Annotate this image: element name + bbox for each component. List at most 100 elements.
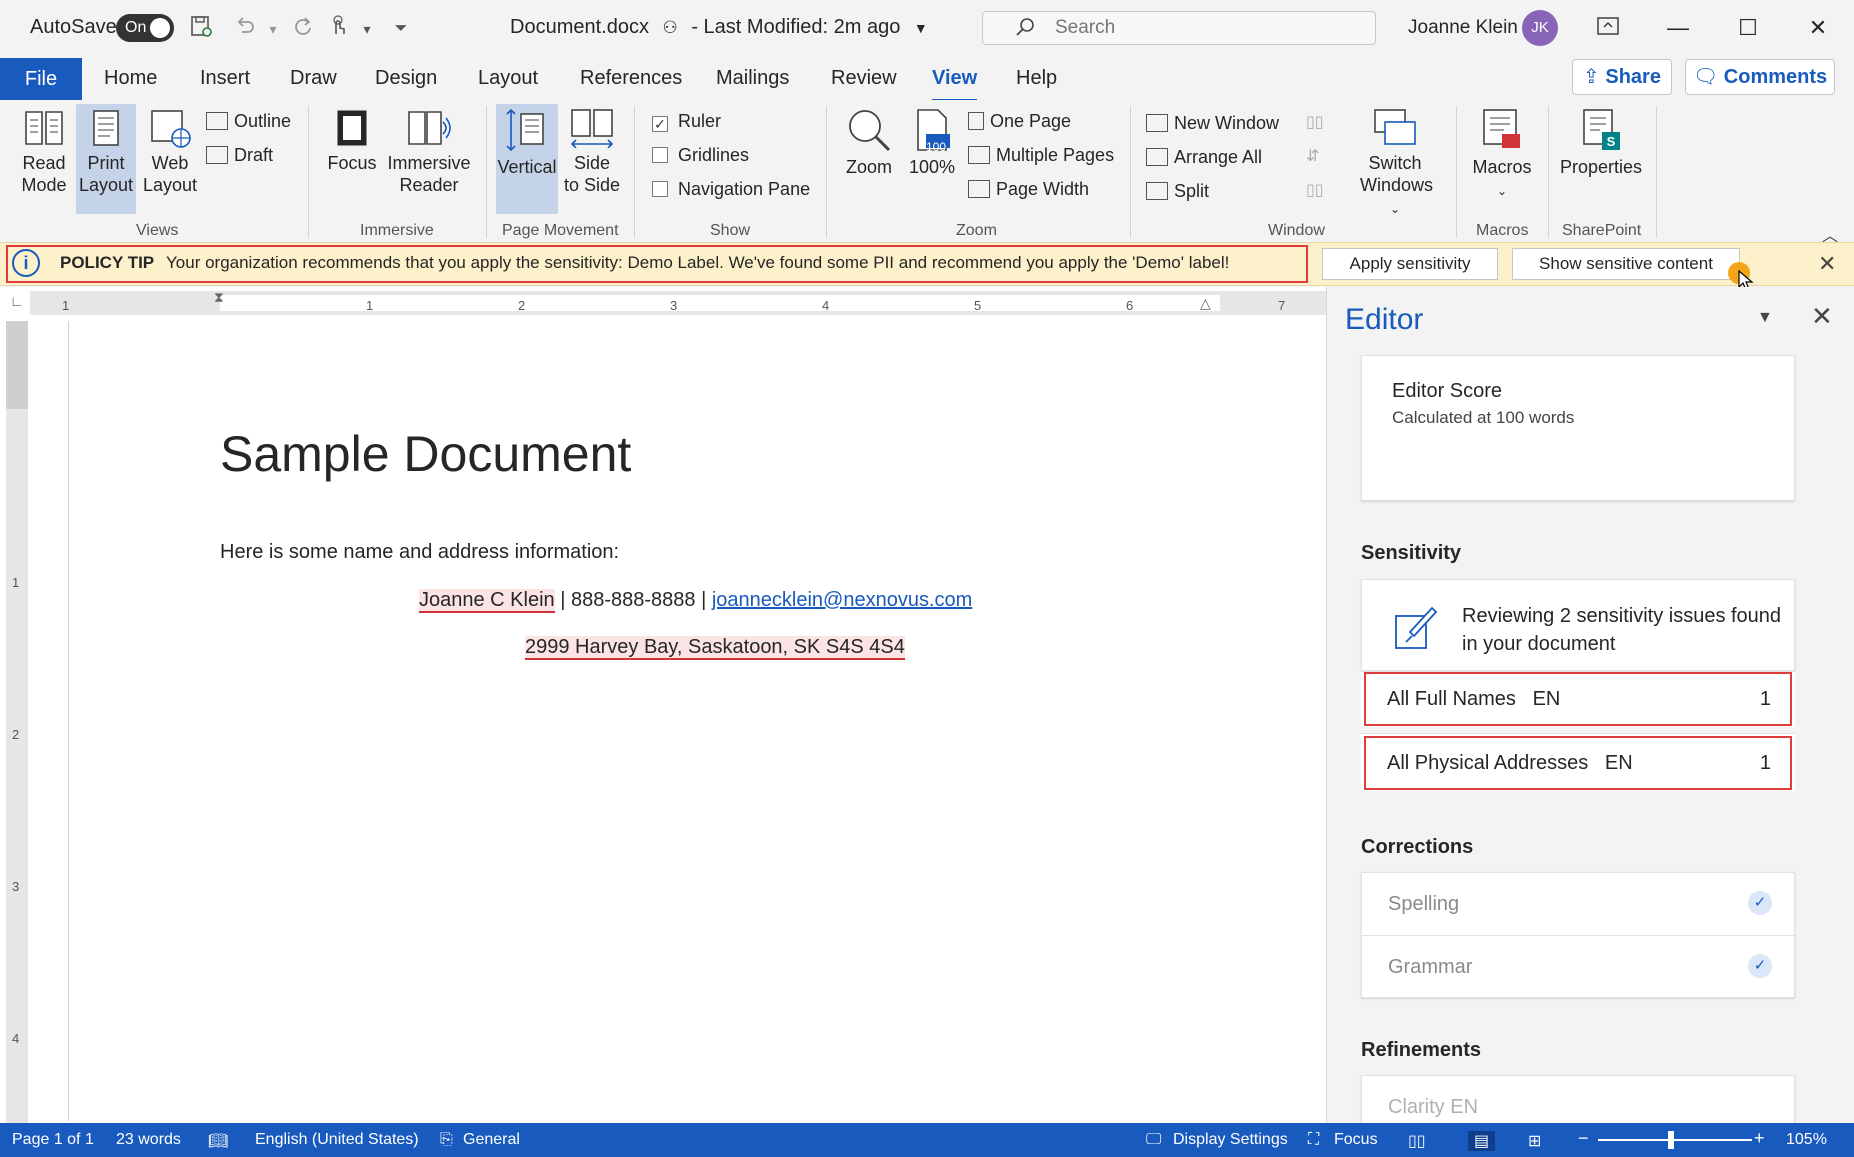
show-sensitive-content-button[interactable]: Show sensitive content xyxy=(1512,248,1740,280)
side-to-side-button[interactable]: Side to Side xyxy=(562,108,622,196)
editor-score-card[interactable]: Editor Score Calculated at 100 words xyxy=(1361,355,1795,501)
switch-windows-button[interactable]: Switch Windows ⌄ xyxy=(1360,108,1433,220)
properties-label: Properties xyxy=(1560,157,1643,177)
close-icon[interactable]: ✕ xyxy=(1811,301,1833,332)
horizontal-ruler[interactable]: 1 1 2 3 4 5 6 7 ⧗ △ xyxy=(30,289,1326,315)
gridlines-label: Gridlines xyxy=(678,145,750,165)
save-icon[interactable] xyxy=(186,14,216,44)
ruler-number: 3 xyxy=(670,298,678,313)
pii-address[interactable]: 2999 Harvey Bay, Saskatoon, SK S4S 4S4 xyxy=(525,636,905,660)
zoom-level[interactable]: 105% xyxy=(1786,1131,1827,1149)
ruler-checkbox[interactable]: ✓ Ruler xyxy=(652,110,721,132)
tab-view[interactable]: View xyxy=(932,67,978,102)
address-line[interactable]: 2999 Harvey Bay, Saskatoon, SK S4S 4S4 xyxy=(525,636,905,660)
tab-home[interactable]: Home xyxy=(104,67,157,90)
tab-insert[interactable]: Insert xyxy=(200,67,250,90)
tab-stop-icon[interactable]: ∟ xyxy=(10,293,24,309)
display-settings[interactable]: Display Settings xyxy=(1173,1131,1288,1149)
document-title[interactable]: Document.docx ⚇ - Last Modified: 2m ago … xyxy=(510,16,928,39)
contact-line[interactable]: Joanne C Klein | 888-888-8888 | joanneck… xyxy=(419,589,972,613)
zoom-slider[interactable] xyxy=(1598,1139,1752,1141)
ribbon-display-icon[interactable] xyxy=(1588,10,1628,46)
language[interactable]: English (United States) xyxy=(255,1131,419,1149)
print-layout-status-icon[interactable]: ▤ xyxy=(1468,1131,1496,1151)
draft-button[interactable]: Draft xyxy=(206,144,273,166)
tab-layout[interactable]: Layout xyxy=(478,67,538,90)
navigation-pane-checkbox[interactable]: Navigation Pane xyxy=(652,178,810,200)
word-count[interactable]: 23 words xyxy=(116,1131,181,1149)
print-layout-button[interactable]: Print Layout xyxy=(76,104,136,214)
web-layout-status-icon[interactable]: ⊞ xyxy=(1528,1131,1541,1151)
tab-file[interactable]: File xyxy=(0,58,82,100)
issue-full-names[interactable]: All Full Names EN 1 xyxy=(1361,671,1795,727)
page-count[interactable]: Page 1 of 1 xyxy=(12,1131,94,1149)
close-icon[interactable]: ✕ xyxy=(1818,251,1836,277)
focus-mode[interactable]: Focus xyxy=(1334,1131,1378,1149)
refinements-card[interactable]: Clarity EN xyxy=(1361,1075,1795,1123)
autosave-toggle[interactable]: On xyxy=(116,14,174,42)
focus-button[interactable]: Focus xyxy=(322,108,382,174)
avatar[interactable]: JK xyxy=(1522,10,1558,46)
email-link[interactable]: joannecklein@nexnovus.com xyxy=(712,589,972,611)
touch-mode-icon[interactable] xyxy=(324,14,354,44)
right-indent-marker-icon[interactable]: △ xyxy=(1200,295,1211,312)
split-button[interactable]: Split xyxy=(1146,180,1209,202)
vertical-button[interactable]: Vertical xyxy=(496,104,558,214)
one-page-button[interactable]: One Page xyxy=(968,110,1071,132)
search-input[interactable] xyxy=(1055,16,1355,40)
web-layout-button[interactable]: Web Layout xyxy=(140,108,200,196)
outline-button[interactable]: Outline xyxy=(206,110,291,132)
customize-toolbar-icon[interactable]: ⏷ xyxy=(386,14,416,44)
touch-dropdown-icon[interactable]: ▾ xyxy=(352,14,382,44)
sensitivity-label[interactable]: General xyxy=(463,1131,520,1149)
view-side-by-side-icon[interactable]: ▯▯ xyxy=(1306,112,1324,132)
zoom-button[interactable]: Zoom xyxy=(840,108,898,178)
tab-draw[interactable]: Draw xyxy=(290,67,337,90)
zoom-in-button[interactable]: + xyxy=(1754,1128,1765,1149)
read-mode-status-icon[interactable]: ▯▯ xyxy=(1408,1131,1426,1151)
tab-help[interactable]: Help xyxy=(1016,67,1057,90)
phone[interactable]: 888-888-8888 xyxy=(571,589,696,611)
minimize-icon[interactable]: — xyxy=(1658,10,1698,46)
chevron-down-icon[interactable]: ▼ xyxy=(1757,309,1773,327)
gridlines-checkbox[interactable]: Gridlines xyxy=(652,144,749,166)
search-box[interactable] xyxy=(982,11,1376,45)
user-name[interactable]: Joanne Klein xyxy=(1408,17,1518,39)
comments-button[interactable]: 🗨︎ Comments xyxy=(1685,59,1835,95)
close-window-icon[interactable]: ✕ xyxy=(1798,10,1838,46)
zoom-out-button[interactable]: − xyxy=(1578,1128,1589,1149)
arrange-all-button[interactable]: Arrange All xyxy=(1146,146,1262,168)
pii-name[interactable]: Joanne C Klein xyxy=(419,589,555,613)
proofing-icon[interactable]: 📖︎ xyxy=(208,1131,228,1151)
tab-design[interactable]: Design xyxy=(375,67,437,90)
share-button[interactable]: ⇪ Share xyxy=(1572,59,1672,95)
document-heading[interactable]: Sample Document xyxy=(220,425,631,483)
apply-sensitivity-button[interactable]: Apply sensitivity xyxy=(1322,248,1498,280)
share-icon: ⇪ xyxy=(1583,66,1600,88)
redo-icon[interactable] xyxy=(288,14,318,44)
macros-button[interactable]: Macros ⌄ xyxy=(1466,108,1538,202)
undo-icon[interactable] xyxy=(230,14,260,44)
document-area[interactable]: ∟ 1 1 2 3 4 5 6 7 ⧗ △ 1 2 3 4 Sample Doc… xyxy=(0,287,1326,1123)
reset-position-icon[interactable]: ▯▯ xyxy=(1306,180,1324,200)
tab-references[interactable]: References xyxy=(580,67,682,90)
document-intro[interactable]: Here is some name and address informatio… xyxy=(220,541,619,564)
indent-marker-icon[interactable]: ⧗ xyxy=(214,289,224,306)
new-window-button[interactable]: New Window xyxy=(1146,112,1279,134)
sensitivity-card[interactable]: Reviewing 2 sensitivity issues found in … xyxy=(1361,579,1795,671)
issue-physical-addresses[interactable]: All Physical Addresses EN 1 xyxy=(1361,733,1795,791)
spelling-row[interactable]: Spelling ✓ xyxy=(1362,873,1796,935)
tab-mailings[interactable]: Mailings xyxy=(716,67,789,90)
multiple-pages-button[interactable]: Multiple Pages xyxy=(968,144,1114,166)
read-mode-button[interactable]: Read Mode xyxy=(14,108,74,196)
zoom-slider-thumb[interactable] xyxy=(1668,1131,1674,1149)
immersive-reader-button[interactable]: Immersive Reader xyxy=(384,108,474,196)
tab-review[interactable]: Review xyxy=(831,67,897,90)
undo-dropdown-icon[interactable]: ▾ xyxy=(258,14,288,44)
properties-button[interactable]: S Properties xyxy=(1560,108,1643,178)
grammar-row[interactable]: Grammar ✓ xyxy=(1362,935,1796,997)
vertical-ruler[interactable]: 1 2 3 4 xyxy=(6,321,28,1123)
page-width-button[interactable]: Page Width xyxy=(968,178,1089,200)
maximize-icon[interactable]: ☐ xyxy=(1728,10,1768,46)
sync-scroll-icon[interactable]: ⇵ xyxy=(1306,146,1319,166)
